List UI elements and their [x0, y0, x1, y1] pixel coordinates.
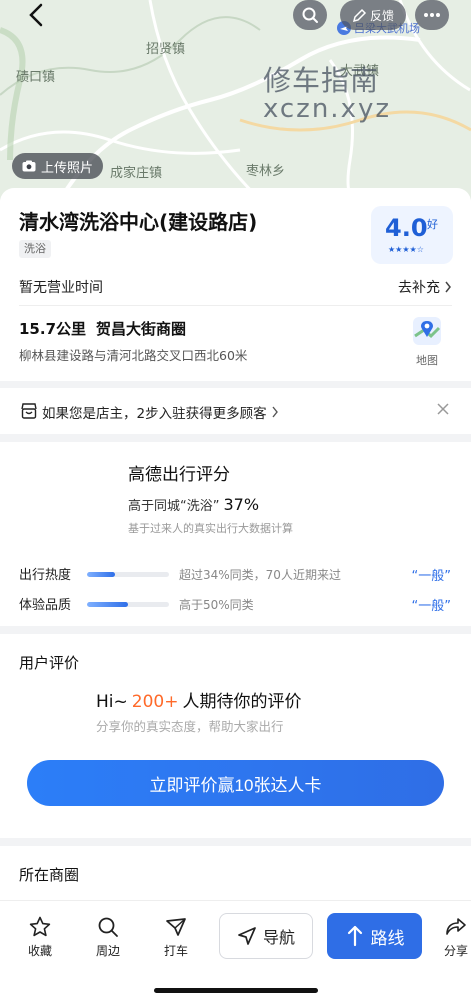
- nearby-button[interactable]: 周边: [85, 915, 131, 959]
- chevron-left-icon: [29, 3, 43, 27]
- navigation-arrow-icon: [238, 927, 256, 945]
- rating-compare-pct: 37%: [223, 495, 260, 514]
- map-place-label: 成家庄镇: [110, 166, 163, 181]
- favorite-button[interactable]: 收藏: [17, 915, 63, 959]
- review-prompt-prefix: Hi~: [96, 692, 128, 712]
- route-button[interactable]: 路线: [327, 913, 422, 959]
- section-title: 用户评价: [19, 654, 80, 672]
- metric-bar: [87, 602, 169, 607]
- favorite-label: 收藏: [27, 944, 52, 958]
- close-icon[interactable]: [436, 402, 450, 416]
- metric-name: 出行热度: [19, 568, 72, 583]
- user-reviews-card: 用户评价 Hi~ 200+ 人期待你的评价 分享你的真实态度，帮助大家出行 立即评价…: [0, 634, 471, 838]
- metric-name: 体验品质: [19, 598, 72, 613]
- route-label: 路线: [370, 928, 405, 949]
- add-hours-link[interactable]: 去补充: [398, 277, 452, 297]
- search-button[interactable]: [293, 0, 327, 30]
- search-icon: [302, 7, 318, 23]
- share-label: 分享: [444, 944, 469, 958]
- poi-info-card: 清水湾洗浴中心(建设路店) 洗浴 4.0 好 ★★★★☆ 暂无营业时间 去补充 …: [0, 188, 471, 381]
- add-hours-label: 去补充: [398, 280, 440, 296]
- feedback-label: 反馈: [369, 8, 394, 23]
- map-place-label: 碛口镇: [16, 70, 56, 85]
- metric-level: “一般”: [411, 569, 451, 584]
- section-title: 所在商圈: [19, 866, 80, 884]
- upload-photo-label: 上传照片: [41, 160, 94, 176]
- rating-compare: 高于同城“洗浴” 37%: [128, 495, 259, 514]
- star-icon: [29, 916, 51, 937]
- upload-photo-button[interactable]: 上传照片: [12, 153, 104, 179]
- metric-row: 体验品质 高于50%同类 “一般”: [19, 594, 451, 614]
- review-prompt-count: 200+: [131, 692, 179, 712]
- metric-desc: 高于50%同类: [179, 598, 254, 612]
- navigate-button[interactable]: 导航: [219, 913, 313, 959]
- travel-rating-card[interactable]: 高德出行评分 高于同城“洗浴” 37% 基于过来人的真实出行大数据计算 出行热度 …: [0, 442, 471, 626]
- edit-icon: [352, 8, 367, 22]
- metric-level: “一般”: [411, 599, 451, 614]
- score-word: 好: [427, 218, 438, 231]
- map-place-label: 枣林乡: [246, 164, 286, 179]
- home-indicator: [154, 988, 318, 993]
- camera-icon: [22, 160, 36, 172]
- address[interactable]: 柳林县建设路与清河北路交叉口西北60米: [19, 345, 247, 364]
- rating-stars-icon: ★★★★☆: [388, 245, 424, 254]
- chevron-right-icon: [272, 406, 278, 418]
- business-circle-card: 所在商圈: [0, 846, 471, 906]
- rating-title: 高德出行评分: [128, 465, 230, 485]
- divider: [19, 305, 452, 306]
- metric-desc: 超过34%同类，70人近期来过: [179, 568, 341, 582]
- watermark-url: xczn.xyz: [262, 94, 391, 124]
- metric-fill: [87, 602, 128, 607]
- metric-row: 出行热度 超过34%同类，70人近期来过 “一般”: [19, 564, 451, 584]
- distance-row: 15.7公里 贺昌大街商圈: [19, 318, 186, 339]
- feedback-button[interactable]: 反馈: [340, 0, 406, 30]
- map-button-label: 地图: [416, 354, 438, 367]
- owner-banner-label: 如果您是店主，2步入驻获得更多顾客: [42, 406, 267, 422]
- owner-banner[interactable]: 如果您是店主，2步入驻获得更多顾客: [0, 388, 471, 434]
- category-tag: 洗浴: [19, 240, 51, 258]
- taxi-label: 打车: [163, 944, 188, 958]
- poi-title: 清水湾洗浴中心(建设路店): [19, 210, 258, 234]
- back-button[interactable]: [18, 0, 54, 30]
- write-review-button[interactable]: 立即评价赢10张达人卡: [27, 760, 444, 806]
- business-area: 贺昌大街商圈: [96, 320, 187, 338]
- more-button[interactable]: [415, 0, 449, 30]
- score-badge[interactable]: 4.0 好 ★★★★☆: [371, 206, 453, 264]
- map-button[interactable]: 地图: [412, 316, 442, 368]
- taxi-button[interactable]: 打车: [153, 915, 199, 959]
- store-icon: [21, 403, 37, 419]
- owner-banner-text[interactable]: 如果您是店主，2步入驻获得更多顾客: [42, 402, 279, 422]
- search-icon: [98, 917, 118, 937]
- more-dots-icon: [424, 13, 440, 17]
- share-icon: [446, 918, 466, 935]
- bottom-action-bar: 收藏 周边 打车 导航 路线 分享: [0, 900, 471, 1000]
- metric-bar: [87, 572, 169, 577]
- rating-compare-label: 高于同城“洗浴”: [128, 499, 220, 514]
- review-prompt: Hi~ 200+ 人期待你的评价: [96, 687, 301, 712]
- chevron-right-icon: [445, 281, 451, 293]
- watermark-title: 修车指南: [262, 64, 379, 97]
- distance-value: 15.7公里: [19, 320, 87, 338]
- review-prompt-suffix: 人期待你的评价: [182, 692, 302, 712]
- business-hours: 暂无营业时间: [19, 280, 103, 296]
- review-subtitle: 分享你的真实态度，帮助大家出行: [96, 719, 284, 734]
- share-button[interactable]: 分享: [438, 915, 471, 959]
- metric-fill: [87, 572, 115, 577]
- watermark: 修车指南 xczn.xyz: [263, 66, 391, 124]
- map-view[interactable]: 招贤镇 碛口镇 大武镇 成家庄镇 枣林乡 吕梁大武机场 修车指南 xczn.xy…: [0, 0, 471, 200]
- map-pin-icon: [413, 317, 441, 345]
- taxi-icon: [166, 918, 186, 936]
- score-value: 4.0: [385, 214, 428, 242]
- nearby-label: 周边: [95, 944, 120, 958]
- map-place-label: 招贤镇: [146, 42, 186, 57]
- rating-note: 基于过来人的真实出行大数据计算: [128, 522, 293, 535]
- route-arrow-icon: [347, 925, 362, 947]
- navigate-label: 导航: [262, 928, 295, 947]
